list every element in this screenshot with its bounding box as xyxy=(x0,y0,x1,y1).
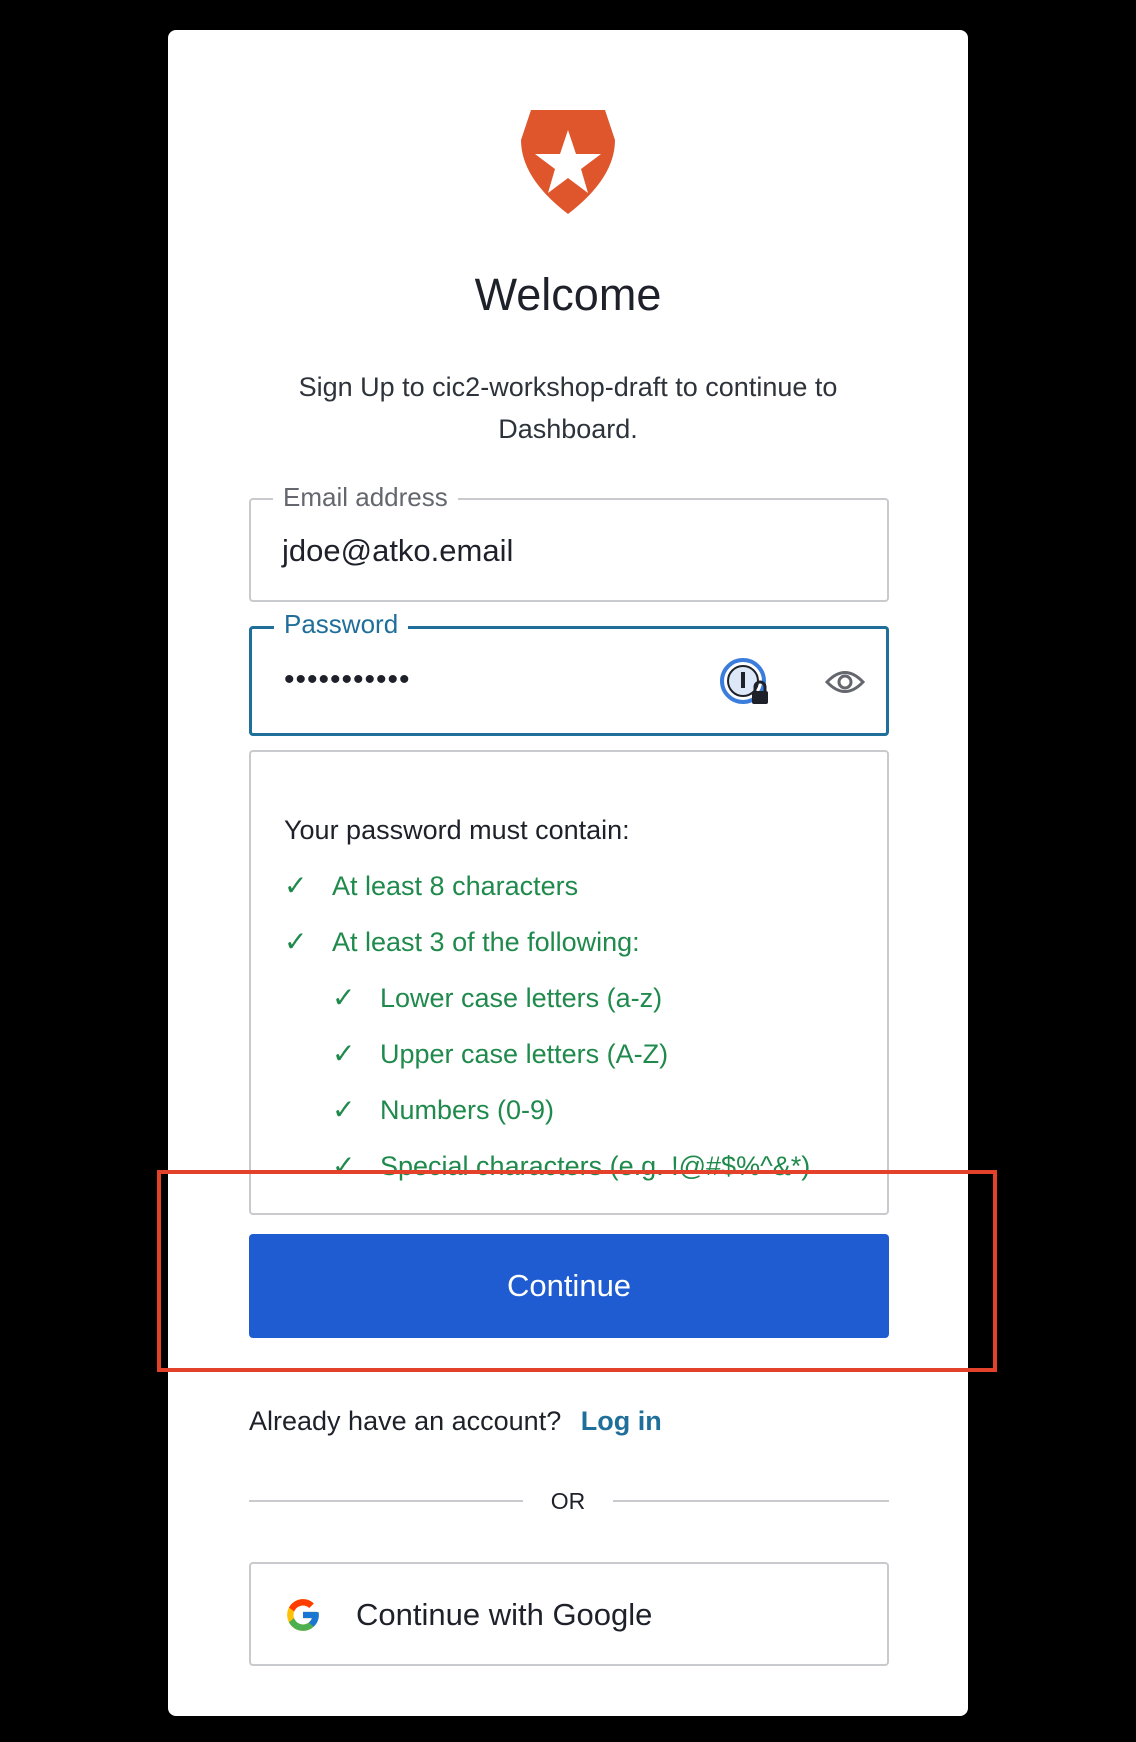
requirement-item: ✓ Lower case letters (a-z) xyxy=(332,982,662,1014)
email-input[interactable]: jdoe@atko.email xyxy=(282,532,513,570)
checkmark-icon: ✓ xyxy=(332,1094,356,1125)
requirement-label: Numbers (0-9) xyxy=(380,1095,555,1125)
checkmark-icon: ✓ xyxy=(284,870,308,901)
login-prompt: Already have an account? Log in xyxy=(249,1404,662,1438)
requirement-item: ✓ Special characters (e.g. !@#$%^&*) xyxy=(332,1150,810,1182)
requirement-item: ✓ At least 8 characters xyxy=(284,870,578,902)
eye-icon[interactable] xyxy=(825,665,865,699)
checkmark-icon: ✓ xyxy=(284,926,308,957)
requirement-label: Special characters (e.g. !@#$%^&*) xyxy=(380,1151,811,1181)
continue-button[interactable]: Continue xyxy=(249,1234,889,1338)
checkmark-icon: ✓ xyxy=(332,982,356,1013)
email-label: Email address xyxy=(273,480,458,514)
login-link[interactable]: Log in xyxy=(581,1406,662,1436)
requirement-label: At least 3 of the following: xyxy=(332,927,640,957)
password-label: Password xyxy=(274,607,409,641)
checkmark-icon: ✓ xyxy=(332,1038,356,1069)
checkmark-icon: ✓ xyxy=(332,1150,356,1181)
requirement-item: ✓ Upper case letters (A-Z) xyxy=(332,1038,668,1070)
shield-star-icon xyxy=(521,110,615,214)
google-button-label: Continue with Google xyxy=(356,1597,653,1632)
requirements-heading: Your password must contain: xyxy=(284,815,630,845)
password-field[interactable]: Password ••••••••••• xyxy=(249,607,889,736)
email-field[interactable]: Email address jdoe@atko.email xyxy=(249,480,889,602)
requirement-label: Lower case letters (a-z) xyxy=(380,983,663,1013)
password-manager-icon[interactable] xyxy=(719,657,771,709)
login-card: Welcome Sign Up to cic2-workshop-draft t… xyxy=(168,30,968,1716)
page-title: Welcome xyxy=(474,269,662,320)
requirement-item: ✓ Numbers (0-9) xyxy=(332,1094,554,1126)
page-subtitle: Sign Up to cic2-workshop-draft to contin… xyxy=(298,372,838,444)
requirement-label: Upper case letters (A-Z) xyxy=(380,1039,669,1069)
continue-with-google-button[interactable]: Continue with Google xyxy=(249,1562,889,1666)
password-requirements: Your password must contain: ✓ At least 8… xyxy=(249,750,889,1215)
requirement-label: At least 8 characters xyxy=(332,871,579,901)
requirement-item: ✓ At least 3 of the following: xyxy=(284,926,640,958)
divider-line-right xyxy=(613,1500,889,1502)
password-input[interactable]: ••••••••••• xyxy=(284,661,411,699)
google-icon xyxy=(287,1599,319,1631)
login-prompt-text: Already have an account? xyxy=(249,1406,562,1436)
